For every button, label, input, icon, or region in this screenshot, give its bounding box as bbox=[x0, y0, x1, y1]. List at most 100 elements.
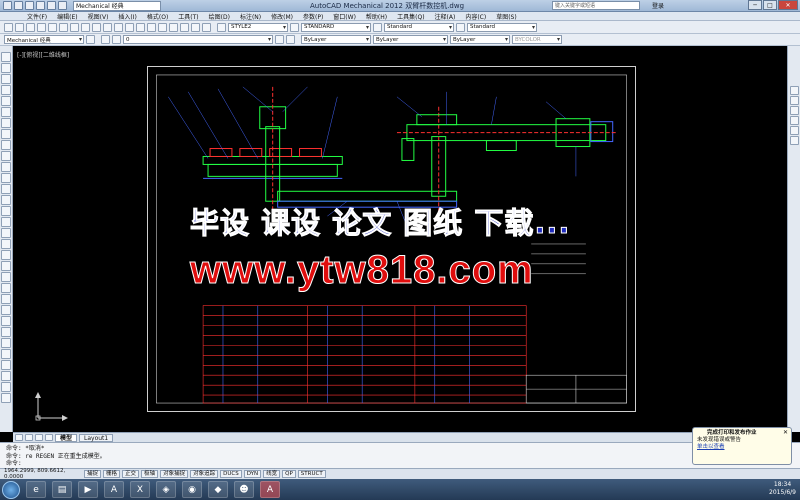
workspace-select[interactable]: Mechanical 经典 bbox=[4, 35, 84, 44]
notification-balloon[interactable]: ✕ 完成打印和发布作业 未发现错误或警告 单击以查看 bbox=[692, 427, 792, 465]
rotate-icon[interactable] bbox=[1, 327, 11, 337]
menu-toolsets[interactable]: 工具集(Q) bbox=[392, 12, 429, 21]
tab-model[interactable]: 模型 bbox=[55, 433, 78, 442]
viewport-label[interactable]: [-][俯视][二维线框] bbox=[17, 50, 69, 59]
explode-icon[interactable] bbox=[1, 393, 11, 403]
taskbar-photo-icon[interactable]: ◈ bbox=[156, 481, 176, 498]
dyn-toggle[interactable]: DYN bbox=[243, 470, 262, 478]
print-icon[interactable] bbox=[37, 22, 46, 32]
snap-toggle[interactable]: 捕捉 bbox=[84, 470, 102, 478]
redo-icon[interactable] bbox=[114, 22, 123, 32]
mleader-style-icon[interactable] bbox=[456, 22, 465, 32]
insert-block-icon[interactable] bbox=[1, 173, 11, 183]
balloon-icon[interactable] bbox=[789, 106, 799, 115]
preview-icon[interactable] bbox=[48, 22, 57, 32]
dimension-icon[interactable] bbox=[789, 86, 799, 95]
taskbar-media-icon[interactable]: ▶ bbox=[78, 481, 98, 498]
circle-icon[interactable] bbox=[1, 118, 11, 128]
polar-toggle[interactable]: 极轴 bbox=[141, 470, 159, 478]
table-style-select[interactable]: Standard bbox=[384, 22, 454, 32]
workspace-switcher[interactable]: Mechanical 经典 bbox=[73, 0, 161, 11]
help-icon[interactable] bbox=[202, 22, 211, 32]
text-style-select[interactable]: STYLE2 bbox=[228, 22, 288, 32]
trim-icon[interactable] bbox=[1, 360, 11, 370]
tool-palettes-icon[interactable] bbox=[191, 22, 200, 32]
new-icon[interactable] bbox=[4, 22, 13, 32]
polyline-icon[interactable] bbox=[1, 74, 11, 84]
quick-properties-toggle[interactable]: QP bbox=[282, 470, 296, 478]
menu-window[interactable]: 窗口(W) bbox=[328, 12, 361, 21]
ellipse-arc-icon[interactable] bbox=[1, 162, 11, 172]
lineweight-select[interactable]: ByLayer bbox=[450, 35, 510, 44]
copy-object-icon[interactable] bbox=[1, 272, 11, 282]
otrack-toggle[interactable]: 对象追踪 bbox=[190, 470, 219, 478]
make-current-layer-icon[interactable] bbox=[275, 35, 284, 44]
menu-draw[interactable]: 绘图(D) bbox=[204, 12, 235, 21]
extend-icon[interactable] bbox=[1, 371, 11, 381]
feature-control-icon[interactable] bbox=[789, 136, 799, 145]
copy-icon[interactable] bbox=[70, 22, 79, 32]
revision-cloud-icon[interactable] bbox=[1, 129, 11, 139]
menu-sketch[interactable]: 草图(S) bbox=[491, 12, 522, 21]
properties-icon[interactable] bbox=[169, 22, 178, 32]
mleader-style-select[interactable]: Standard bbox=[467, 22, 537, 32]
taskbar-chrome-icon[interactable]: ◉ bbox=[182, 481, 202, 498]
menu-parametric[interactable]: 参数(P) bbox=[298, 12, 328, 21]
undo-icon[interactable] bbox=[47, 1, 56, 10]
text-style-icon[interactable] bbox=[217, 22, 226, 32]
command-prompt[interactable]: 命令: bbox=[6, 460, 794, 468]
hatch-icon[interactable] bbox=[1, 206, 11, 216]
search-input[interactable]: 键入关键字或短语 bbox=[552, 1, 640, 10]
menu-tools[interactable]: 工具(T) bbox=[173, 12, 203, 21]
save-icon[interactable] bbox=[36, 1, 45, 10]
table-style-icon[interactable] bbox=[373, 22, 382, 32]
osnap-toggle[interactable]: 对象捕捉 bbox=[160, 470, 189, 478]
tab-layout1[interactable]: Layout1 bbox=[79, 433, 114, 442]
move-icon[interactable] bbox=[1, 316, 11, 326]
tab-nav-first-icon[interactable] bbox=[15, 434, 23, 441]
menu-dimension[interactable]: 标注(N) bbox=[235, 12, 266, 21]
system-clock[interactable]: 18:34 2015/6/9 bbox=[769, 481, 796, 497]
table-icon[interactable] bbox=[1, 239, 11, 249]
arc-icon[interactable] bbox=[1, 107, 11, 117]
linetype-select[interactable]: ByLayer bbox=[373, 35, 448, 44]
pan-icon[interactable] bbox=[125, 22, 134, 32]
gradient-icon[interactable] bbox=[1, 217, 11, 227]
close-button[interactable]: ✕ bbox=[778, 0, 798, 10]
lineweight-toggle[interactable]: 线宽 bbox=[263, 470, 281, 478]
login-button[interactable]: 登录 bbox=[652, 1, 664, 10]
make-block-icon[interactable] bbox=[1, 184, 11, 194]
ellipse-icon[interactable] bbox=[1, 151, 11, 161]
layer-manager-icon[interactable] bbox=[101, 35, 110, 44]
line-icon[interactable] bbox=[1, 52, 11, 62]
menu-view[interactable]: 视图(V) bbox=[83, 12, 114, 21]
redo-icon[interactable] bbox=[58, 1, 67, 10]
close-icon[interactable]: ✕ bbox=[783, 429, 788, 436]
taskbar-ie-icon[interactable]: e bbox=[26, 481, 46, 498]
menu-format[interactable]: 格式(O) bbox=[142, 12, 173, 21]
construction-line-icon[interactable] bbox=[1, 63, 11, 73]
new-file-icon[interactable] bbox=[14, 1, 23, 10]
taskbar-qq-icon[interactable]: ☻ bbox=[234, 481, 254, 498]
save-icon[interactable] bbox=[26, 22, 35, 32]
menu-content[interactable]: 内容(C) bbox=[460, 12, 491, 21]
struct-mode-button[interactable]: STRUCT bbox=[297, 470, 326, 478]
erase-icon[interactable] bbox=[1, 261, 11, 271]
dim-style-select[interactable]: STANDARD bbox=[301, 22, 371, 32]
section-icon[interactable] bbox=[789, 96, 799, 105]
paste-icon[interactable] bbox=[81, 22, 90, 32]
offset-icon[interactable] bbox=[1, 294, 11, 304]
dim-style-icon[interactable] bbox=[290, 22, 299, 32]
tab-nav-prev-icon[interactable] bbox=[25, 434, 33, 441]
plotstyle-select[interactable]: BYCOLOR bbox=[512, 35, 562, 44]
design-center-icon[interactable] bbox=[180, 22, 189, 32]
spline-icon[interactable] bbox=[1, 140, 11, 150]
start-button[interactable] bbox=[2, 480, 20, 499]
grid-toggle[interactable]: 栅格 bbox=[103, 470, 121, 478]
color-select[interactable]: ByLayer bbox=[301, 35, 371, 44]
zoom-window-icon[interactable] bbox=[147, 22, 156, 32]
mirror-icon[interactable] bbox=[1, 283, 11, 293]
fillet-icon[interactable] bbox=[1, 382, 11, 392]
taskbar-app-icon[interactable]: ◆ bbox=[208, 481, 228, 498]
tab-nav-last-icon[interactable] bbox=[45, 434, 53, 441]
